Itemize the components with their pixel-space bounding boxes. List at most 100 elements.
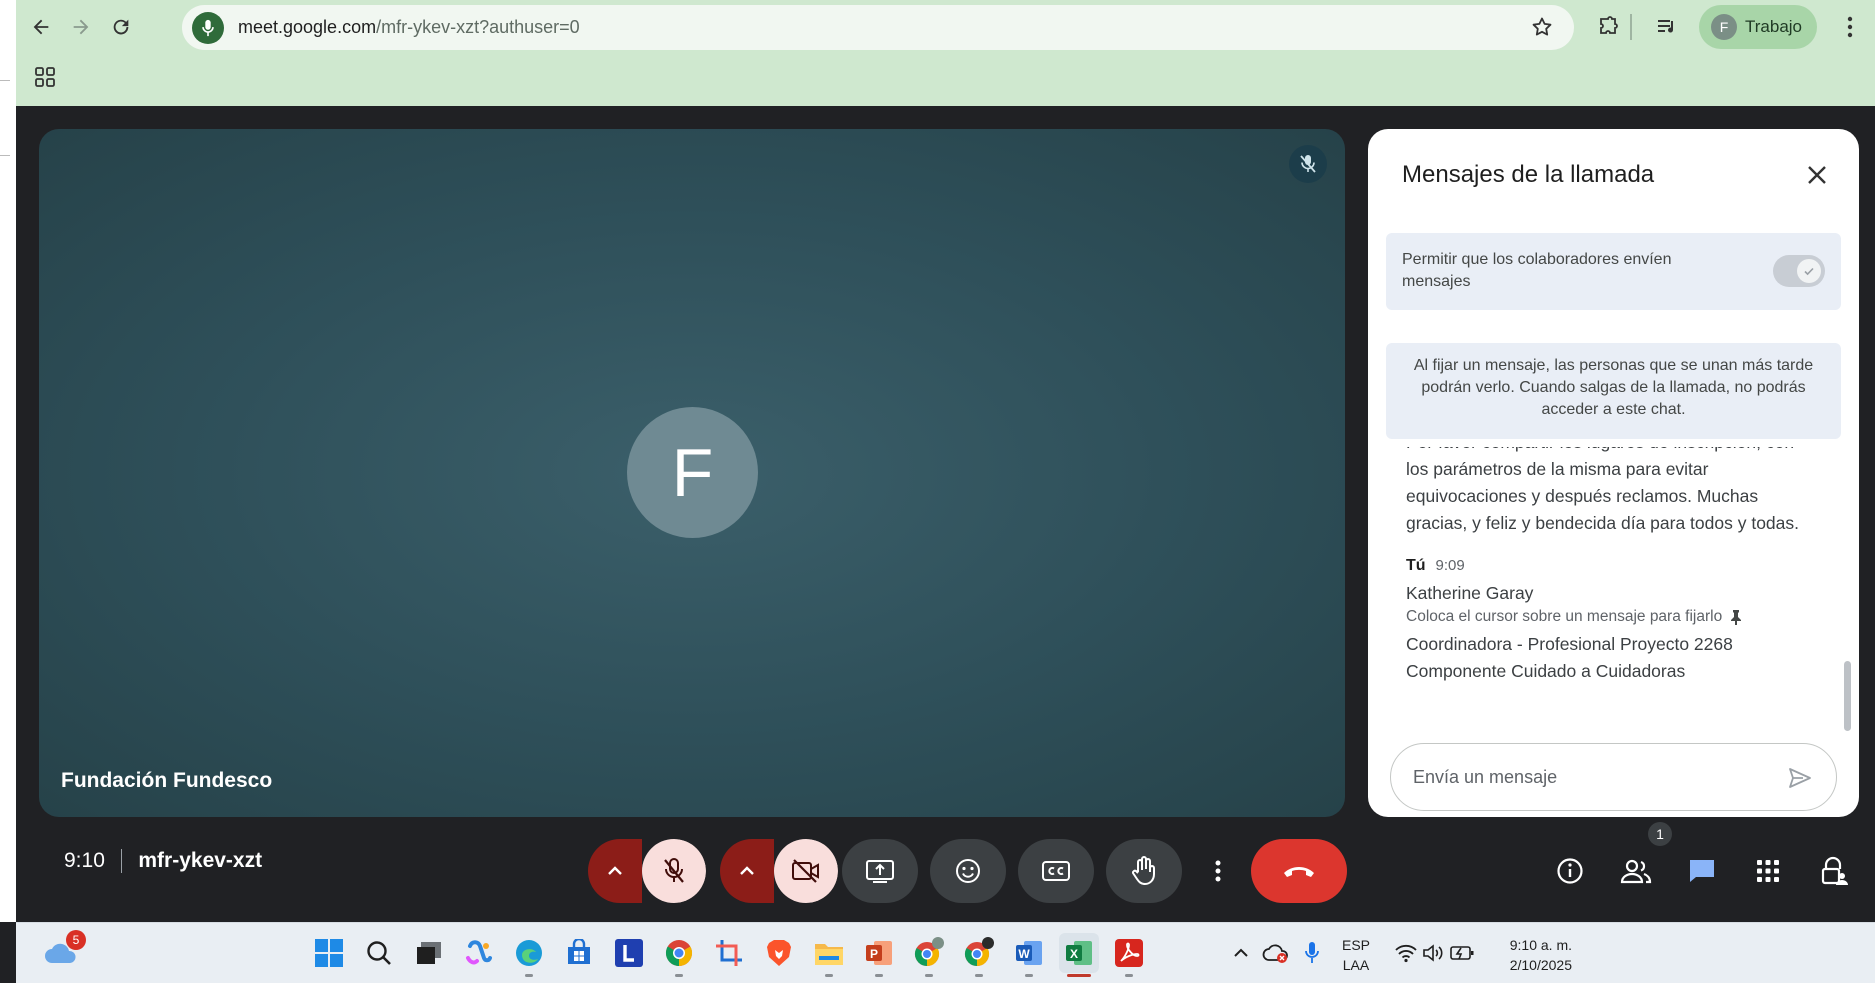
chat-message-body[interactable]: Coordinadora - Profesional Proyecto 2268…: [1406, 631, 1816, 685]
participant-name: Fundación Fundesco: [61, 769, 273, 792]
bookmark-star-icon[interactable]: [1530, 15, 1554, 44]
host-controls-button[interactable]: [1809, 846, 1859, 896]
meeting-details-button[interactable]: [1545, 846, 1595, 896]
close-panel-button[interactable]: [1803, 161, 1831, 189]
browser-menu-button[interactable]: [1838, 12, 1862, 42]
start-button[interactable]: [309, 933, 349, 973]
message-time: 9:09: [1435, 557, 1465, 574]
chrome-profile-icon: [964, 937, 994, 966]
chrome-icon: [665, 940, 693, 967]
snipping-tool-app[interactable]: [709, 933, 749, 973]
chrome-profile-app[interactable]: [959, 933, 999, 977]
chat-scrollbar[interactable]: [1844, 661, 1851, 731]
pin-info-notice: Al fijar un mensaje, las personas que se…: [1386, 343, 1841, 439]
chat-panel-title: Mensajes de la llamada: [1402, 161, 1655, 188]
chat-message-line[interactable]: Katherine Garay: [1406, 580, 1816, 607]
running-indicator: [825, 974, 833, 977]
battery-charging-icon: [1450, 946, 1474, 960]
more-vert-icon: [1847, 16, 1853, 38]
folder-icon: [815, 944, 843, 965]
people-button[interactable]: [1611, 846, 1661, 896]
captions-button[interactable]: [1018, 839, 1094, 903]
apps-icon: [1757, 860, 1779, 882]
activities-button[interactable]: [1743, 846, 1793, 896]
chat-compose-box[interactable]: [1390, 743, 1837, 811]
cloud-error-icon: [1262, 944, 1288, 963]
brave-icon: [767, 940, 791, 966]
acrobat-icon: [1115, 939, 1143, 967]
chevron-up-icon: [740, 866, 754, 875]
pin-hint: Coloca el cursor sobre un mensaje para f…: [1406, 608, 1742, 626]
chrome-profile-app[interactable]: [909, 933, 949, 977]
permission-toggle[interactable]: [1773, 255, 1825, 287]
toggle-mic-button[interactable]: [642, 839, 706, 903]
microphone-in-use[interactable]: [1292, 933, 1332, 973]
mic-in-use-icon[interactable]: [192, 11, 224, 44]
participant-tile[interactable]: F Fundación Fundesco: [39, 129, 1345, 817]
extensions-button[interactable]: [1594, 12, 1624, 42]
close-icon: [1808, 166, 1826, 184]
onedrive-status[interactable]: [1256, 933, 1296, 973]
search-button[interactable]: [359, 933, 399, 973]
brave-app[interactable]: [759, 933, 799, 973]
windows-taskbar: 5 P W X ESP LAA 9:10 a. m. 2/10/2025: [16, 922, 1875, 983]
video-options-button[interactable]: [720, 839, 774, 903]
chrome-app[interactable]: [659, 933, 699, 977]
url-path: /mfr-ykev-xzt?authuser=0: [376, 17, 580, 37]
word-app[interactable]: W: [1009, 933, 1049, 977]
address-bar[interactable]: meet.google.com/mfr-ykev-xzt?authuser=0: [182, 5, 1574, 50]
chat-message-header: Tú 9:09: [1406, 557, 1465, 575]
muted-mic-icon: [1289, 145, 1327, 183]
running-indicator: [1025, 974, 1033, 977]
store-icon: [568, 939, 590, 964]
l-app[interactable]: [609, 933, 649, 973]
present-to-all-icon: [866, 860, 894, 883]
clock-date: 2/10/2025: [1509, 957, 1572, 973]
profile-chip[interactable]: F Trabajo: [1699, 5, 1817, 49]
letter-l-app-icon: [615, 939, 643, 967]
running-indicator: [675, 974, 683, 977]
reload-button[interactable]: [106, 12, 136, 42]
store-app[interactable]: [559, 933, 599, 973]
more-options-button[interactable]: [1194, 839, 1242, 903]
chat-message-input[interactable]: [1413, 766, 1753, 788]
send-message-button[interactable]: [1786, 764, 1814, 792]
excel-app[interactable]: X: [1059, 933, 1099, 977]
file-explorer-app[interactable]: [809, 933, 849, 977]
chat-message-body[interactable]: Por favor compartir los lugares de inscr…: [1406, 447, 1816, 537]
show-hidden-icons-button[interactable]: [1221, 933, 1261, 973]
more-vert-icon: [1215, 860, 1221, 882]
reactions-button[interactable]: [930, 839, 1006, 903]
input-language-indicator[interactable]: ESP LAA: [1336, 935, 1376, 975]
leave-call-button[interactable]: [1251, 839, 1347, 903]
edge-icon: [516, 940, 542, 966]
powerpoint-app[interactable]: P: [859, 933, 899, 977]
audio-options-button[interactable]: [588, 839, 642, 903]
toggle-camera-button[interactable]: [774, 839, 838, 903]
running-indicator: [925, 974, 933, 977]
system-clock[interactable]: 9:10 a. m. 2/10/2025: [1476, 935, 1572, 975]
chevron-up-icon: [608, 866, 622, 875]
meeting-code: mfr-ykev-xzt: [138, 849, 263, 872]
edge-app[interactable]: [509, 933, 549, 977]
chat-message-list[interactable]: Por favor compartir los lugares de inscr…: [1368, 447, 1859, 741]
participant-avatar: F: [627, 407, 758, 538]
forward-button[interactable]: [66, 12, 96, 42]
present-screen-button[interactable]: [842, 839, 918, 903]
chevron-up-icon: [1234, 948, 1248, 957]
chat-button[interactable]: [1677, 846, 1727, 896]
videocam-off-icon: [792, 859, 819, 883]
acrobat-app[interactable]: [1109, 933, 1149, 977]
pin-hint-text: Coloca el cursor sobre un mensaje para f…: [1406, 608, 1723, 625]
notification-badge: 5: [66, 930, 86, 950]
raise-hand-button[interactable]: [1106, 839, 1182, 903]
copilot-app[interactable]: [459, 933, 499, 973]
meeting-details: 9:10 mfr-ykev-xzt: [64, 841, 262, 881]
task-view-button[interactable]: [409, 933, 449, 973]
message-sender: Tú: [1406, 557, 1426, 574]
apps-grid-icon[interactable]: [34, 66, 56, 88]
media-control-button[interactable]: [1652, 12, 1682, 42]
meet-stage: F Fundación Fundesco Mensajes de la llam…: [16, 106, 1875, 922]
edge-tick: [0, 80, 10, 81]
back-button[interactable]: [26, 12, 56, 42]
